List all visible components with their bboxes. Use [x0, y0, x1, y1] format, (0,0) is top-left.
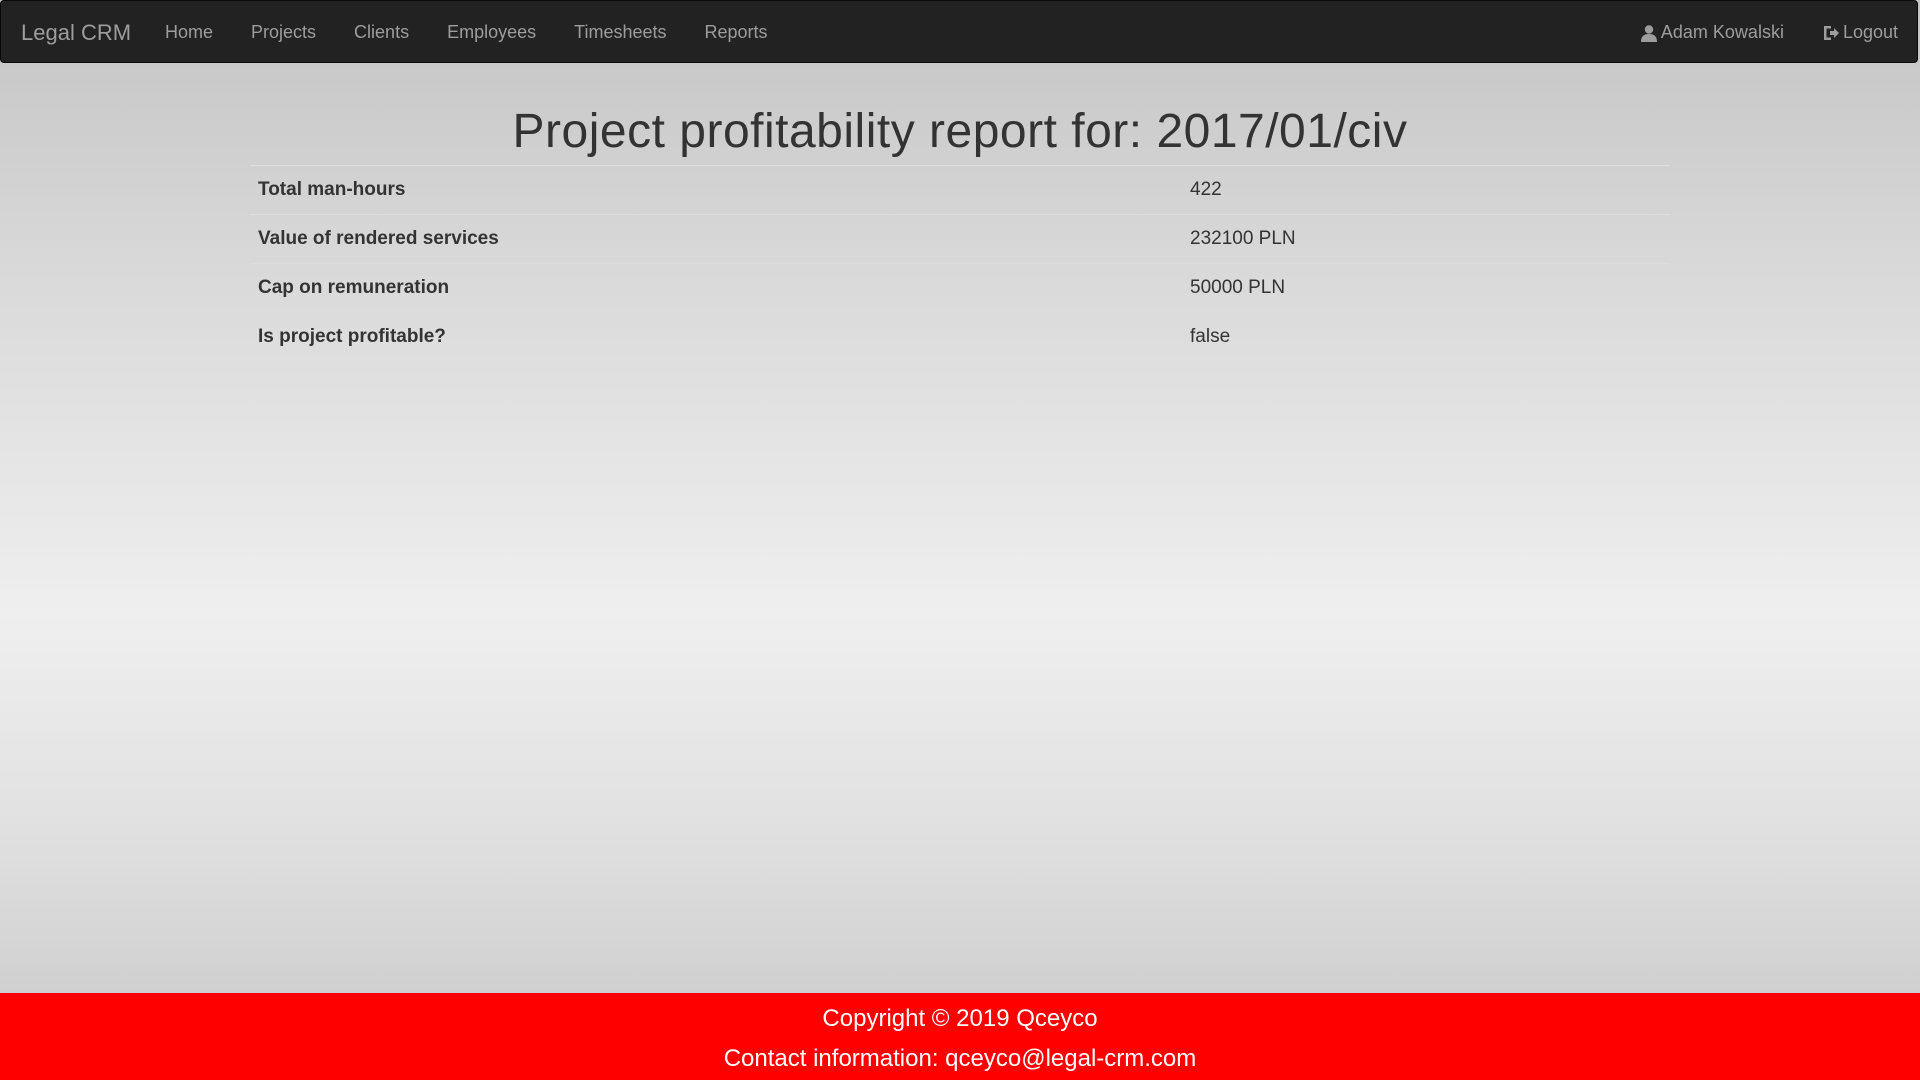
user-name: Adam Kowalski — [1660, 22, 1784, 42]
nav-item-employees[interactable]: Employees — [428, 1, 555, 64]
row-label: Value of rendered services — [250, 214, 1182, 264]
page-footer: Copyright © 2019 Qceyco Contact informat… — [0, 993, 1920, 1080]
table-row: Value of rendered services 232100 PLN — [250, 214, 1670, 264]
logout-label: Logout — [1842, 22, 1898, 42]
logout-icon — [1822, 24, 1840, 42]
brand-link[interactable]: Legal CRM — [21, 1, 131, 64]
page-title: Project profitability report for: 2017/0… — [512, 105, 1408, 158]
footer-contact: Contact information: qceyco@legal-crm.co… — [723, 1045, 1197, 1072]
footer-copyright: Copyright © 2019 Qceyco — [822, 1005, 1098, 1032]
row-value: false — [1182, 312, 1670, 361]
row-label: Is project profitable? — [250, 312, 1182, 361]
nav-item-home[interactable]: Home — [146, 1, 232, 64]
nav-user-menu: Adam Kowalski Logout — [1621, 1, 1917, 64]
table-row: Total man-hours 422 — [250, 165, 1670, 215]
table-row: Is project profitable? false — [250, 312, 1670, 361]
top-navbar: Legal CRM Home Projects Clients Employee… — [0, 0, 1918, 63]
nav-item-projects[interactable]: Projects — [232, 1, 335, 64]
nav-item-timesheets[interactable]: Timesheets — [555, 1, 685, 64]
nav-menu: Home Projects Clients Employees Timeshee… — [146, 1, 787, 64]
row-label: Cap on remuneration — [250, 263, 1182, 313]
nav-item-reports[interactable]: Reports — [686, 1, 787, 64]
row-value: 422 — [1182, 165, 1670, 215]
logout-link[interactable]: Logout — [1803, 1, 1917, 64]
row-label: Total man-hours — [250, 165, 1182, 215]
user-profile-link[interactable]: Adam Kowalski — [1621, 1, 1803, 64]
report-table: Total man-hours 422 Value of rendered se… — [250, 165, 1670, 361]
nav-item-clients[interactable]: Clients — [335, 1, 428, 64]
row-value: 232100 PLN — [1182, 214, 1670, 264]
table-row: Cap on remuneration 50000 PLN — [250, 263, 1670, 313]
main-content: Project profitability report for: 2017/0… — [250, 63, 1670, 361]
user-icon — [1640, 24, 1658, 42]
row-value: 50000 PLN — [1182, 263, 1670, 313]
